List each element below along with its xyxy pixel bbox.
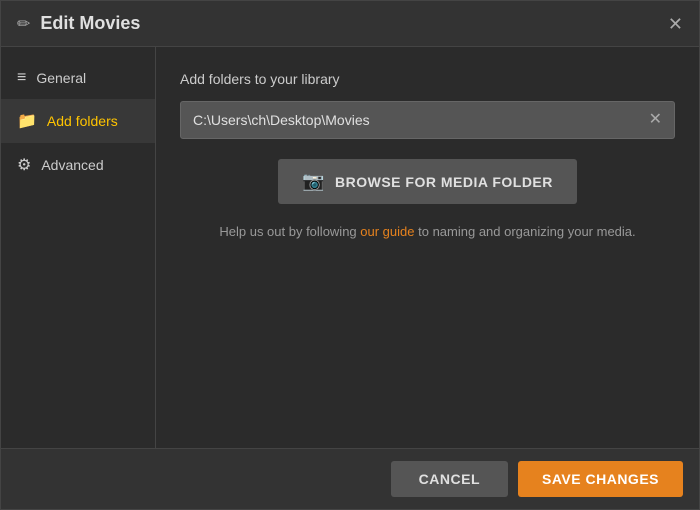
dialog-footer: CANCEL SAVE CHANGES <box>1 448 699 509</box>
gear-icon: ⚙ <box>17 155 31 175</box>
sidebar-label-advanced: Advanced <box>41 157 103 173</box>
dialog-body: ≡ General 📁 Add folders ⚙ Advanced Add f… <box>1 47 699 448</box>
menu-icon: ≡ <box>17 69 26 87</box>
title-row: ✏ Edit Movies <box>17 13 140 34</box>
camera-icon: 📷 <box>302 171 325 192</box>
close-button[interactable]: ✕ <box>668 15 683 33</box>
sidebar-label-general: General <box>36 70 86 86</box>
folder-clear-button[interactable]: ✕ <box>637 112 674 128</box>
help-text-before: Help us out by following <box>219 224 360 239</box>
sidebar-label-add-folders: Add folders <box>47 113 118 129</box>
help-text-after: to naming and organizing your media. <box>415 224 636 239</box>
main-content: Add folders to your library ✕ 📷 BROWSE F… <box>156 47 699 448</box>
pencil-icon: ✏ <box>17 14 30 34</box>
save-changes-button[interactable]: SAVE CHANGES <box>518 461 683 497</box>
edit-movies-dialog: ✏ Edit Movies ✕ ≡ General 📁 Add folders … <box>0 0 700 510</box>
browse-media-folder-button[interactable]: 📷 BROWSE FOR MEDIA FOLDER <box>278 159 577 204</box>
section-label: Add folders to your library <box>180 71 675 87</box>
help-text: Help us out by following our guide to na… <box>180 224 675 239</box>
cancel-button[interactable]: CANCEL <box>391 461 508 497</box>
sidebar-item-general[interactable]: ≡ General <box>1 57 155 99</box>
sidebar-item-advanced[interactable]: ⚙ Advanced <box>1 143 155 187</box>
browse-button-label: BROWSE FOR MEDIA FOLDER <box>335 174 553 190</box>
dialog-title: Edit Movies <box>40 13 140 34</box>
sidebar: ≡ General 📁 Add folders ⚙ Advanced <box>1 47 156 448</box>
folder-path-input[interactable] <box>181 102 637 138</box>
our-guide-link[interactable]: our guide <box>360 224 414 239</box>
folder-icon: 📁 <box>17 111 37 131</box>
sidebar-item-add-folders[interactable]: 📁 Add folders <box>1 99 155 143</box>
dialog-header: ✏ Edit Movies ✕ <box>1 1 699 47</box>
folder-input-row: ✕ <box>180 101 675 139</box>
